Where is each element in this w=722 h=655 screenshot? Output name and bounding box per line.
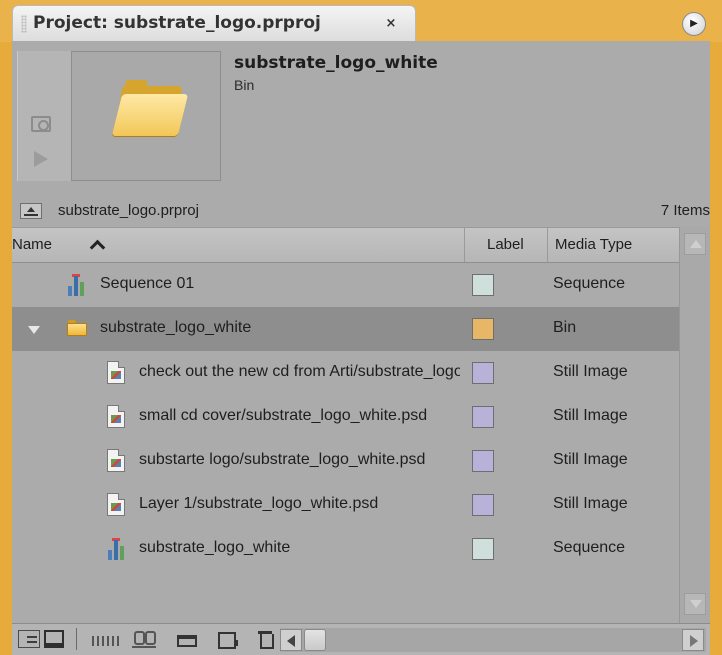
table-row[interactable]: substrate_logo_white Sequence <box>12 527 679 571</box>
column-header-name-label: Name <box>12 236 53 253</box>
vertical-scrollbar[interactable] <box>679 227 710 623</box>
item-name: Sequence 01 <box>100 275 195 292</box>
name-cell: substrate_logo_white <box>12 307 464 351</box>
automate-to-sequence-icon[interactable] <box>92 636 122 646</box>
icon-view-icon[interactable] <box>44 630 64 648</box>
item-name: substarte logo/substrate_logo_white.psd <box>139 451 426 468</box>
sort-ascending-icon <box>90 239 102 251</box>
table-row[interactable]: Sequence 01 Sequence <box>12 263 679 307</box>
scroll-up-icon[interactable] <box>684 233 706 255</box>
panel-menu-icon[interactable]: ▶ <box>682 12 706 36</box>
project-panel: Project: substrate_logo.prproj × ▶ subst… <box>0 0 722 655</box>
name-cell: substarte logo/substrate_logo_white.psd <box>12 439 464 483</box>
list-view-icon[interactable] <box>18 630 40 648</box>
toolbar-divider <box>76 628 77 650</box>
project-path: substrate_logo.prproj <box>58 202 199 219</box>
scroll-thumb[interactable] <box>304 629 326 651</box>
item-name: substrate_logo_white <box>139 539 291 556</box>
media-type: Still Image <box>553 363 628 380</box>
new-item-icon[interactable] <box>218 630 240 649</box>
set-poster-frame-icon[interactable] <box>31 116 51 132</box>
table-row[interactable]: substrate_logo_white Bin <box>12 307 679 351</box>
name-cell: Layer 1/substrate_logo_white.psd <box>12 483 464 527</box>
media-type: Bin <box>553 319 577 336</box>
label-swatch[interactable] <box>472 406 494 428</box>
project-item-list: Sequence 01 Sequence substrate_logo_whit… <box>12 263 679 571</box>
panel-tab-bar: Project: substrate_logo.prproj × ▶ <box>0 0 722 42</box>
scroll-down-icon[interactable] <box>684 593 706 615</box>
media-type: Still Image <box>553 407 628 424</box>
panel-bottom-toolbar <box>12 623 710 655</box>
item-name: check out the new cd from Arti/substrate… <box>139 363 460 380</box>
new-bin-icon[interactable] <box>177 635 197 647</box>
table-row[interactable]: Layer 1/substrate_logo_white.psd Still I… <box>12 483 679 527</box>
still-image-icon <box>107 493 125 516</box>
item-count: 7 Items <box>660 202 710 219</box>
label-swatch[interactable] <box>472 362 494 384</box>
label-swatch[interactable] <box>472 494 494 516</box>
preview-thumbnail <box>71 51 221 181</box>
label-swatch[interactable] <box>472 450 494 472</box>
table-row[interactable]: substarte logo/substrate_logo_white.psd … <box>12 439 679 483</box>
item-name: Layer 1/substrate_logo_white.psd <box>139 495 379 512</box>
close-icon[interactable]: × <box>380 15 402 33</box>
column-header: Name Label Media Type <box>12 227 710 263</box>
still-image-icon <box>107 449 125 472</box>
panel-content: substrate_logo_white Bin substrate_logo.… <box>12 41 710 655</box>
preview-clip-name: substrate_logo_white <box>234 53 438 73</box>
media-type: Sequence <box>553 275 626 292</box>
tab-title: Project: substrate_logo.prproj <box>33 13 321 33</box>
disclosure-triangle-icon[interactable] <box>28 326 40 334</box>
item-name: small cd cover/substrate_logo_white.psd <box>139 407 428 424</box>
path-bar: substrate_logo.prproj 7 Items <box>12 195 710 227</box>
parent-bin-icon[interactable] <box>20 203 42 219</box>
name-cell: Sequence 01 <box>12 263 464 307</box>
column-header-name[interactable]: Name <box>12 228 464 262</box>
media-type: Sequence <box>553 539 626 556</box>
name-cell: check out the new cd from Arti/substrate… <box>12 351 464 395</box>
sequence-icon <box>107 538 127 560</box>
folder-icon <box>111 78 189 136</box>
find-icon[interactable] <box>132 630 156 648</box>
label-swatch[interactable] <box>472 274 494 296</box>
horizontal-scrollbar[interactable] <box>280 628 706 652</box>
column-header-label[interactable]: Label <box>464 228 547 262</box>
project-tab[interactable]: Project: substrate_logo.prproj × <box>12 5 416 41</box>
still-image-icon <box>107 405 125 428</box>
table-row[interactable]: small cd cover/substrate_logo_white.psd … <box>12 395 679 439</box>
scroll-left-icon[interactable] <box>280 629 302 651</box>
media-type: Still Image <box>553 495 628 512</box>
label-swatch[interactable] <box>472 318 494 340</box>
column-header-media-type[interactable]: Media Type <box>547 228 679 262</box>
sequence-icon <box>67 274 87 296</box>
clear-icon[interactable] <box>258 630 274 649</box>
scroll-right-icon[interactable] <box>682 629 704 651</box>
grip-icon[interactable] <box>21 15 27 33</box>
play-icon[interactable] <box>34 151 48 167</box>
item-name: substrate_logo_white <box>100 319 252 336</box>
folder-icon <box>67 320 87 336</box>
media-type: Still Image <box>553 451 628 468</box>
preview-clip-type: Bin <box>234 77 255 93</box>
name-cell: small cd cover/substrate_logo_white.psd <box>12 395 464 439</box>
preview-area: substrate_logo_white Bin <box>12 41 710 195</box>
table-row[interactable]: check out the new cd from Arti/substrate… <box>12 351 679 395</box>
still-image-icon <box>107 361 125 384</box>
name-cell: substrate_logo_white <box>12 527 464 571</box>
label-swatch[interactable] <box>472 538 494 560</box>
preview-controls <box>17 51 72 181</box>
list-empty-area[interactable] <box>12 571 679 623</box>
